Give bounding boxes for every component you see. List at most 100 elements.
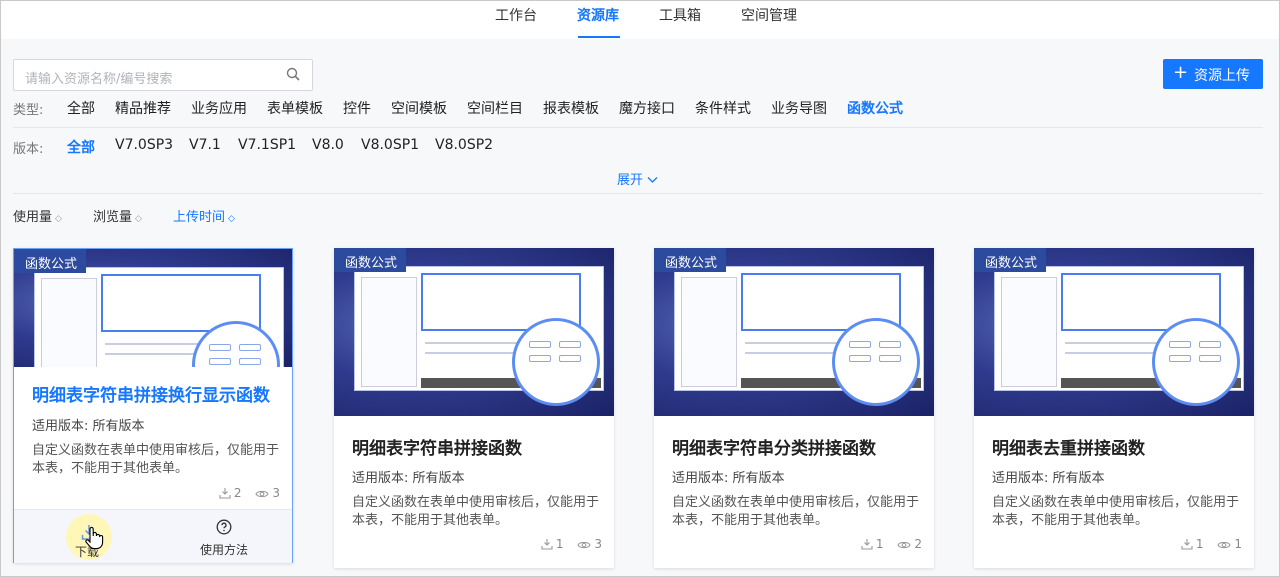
version-option-v80[interactable]: V8.0 — [312, 137, 344, 153]
view-count: 3 — [255, 486, 280, 500]
download-count-value: 2 — [233, 486, 242, 500]
type-option-space-column[interactable]: 空间栏目 — [467, 98, 523, 118]
plus-icon: + — [1173, 62, 1189, 83]
hand-cursor-icon — [85, 526, 104, 550]
zoom-circle — [1152, 318, 1240, 406]
version-option-v80sp1[interactable]: V8.0SP1 — [361, 137, 419, 153]
version-option-all[interactable]: 全部 — [67, 137, 95, 157]
type-option-all[interactable]: 全部 — [67, 98, 95, 118]
card-description: 自定义函数在表单中使用审核后，仅能用于本表，不能用于其他表单。 — [992, 495, 1240, 528]
sort-icon: ◇ — [228, 214, 235, 224]
card-title[interactable]: 明细表字符串拼接换行显示函数 — [32, 381, 270, 406]
card-title[interactable]: 明细表去重拼接函数 — [992, 434, 1145, 459]
eye-icon — [255, 490, 269, 498]
card-actions: 下载 使用方法 — [14, 509, 292, 563]
eye-icon — [577, 541, 591, 549]
upload-resource-button[interactable]: + 资源上传 — [1163, 59, 1263, 89]
card-thumbnail: 函数公式 — [14, 249, 292, 367]
card-title[interactable]: 明细表字符串分类拼接函数 — [672, 434, 876, 459]
download-count: 1 — [541, 537, 564, 551]
active-tab-indicator — [578, 36, 620, 38]
expand-toggle[interactable]: 展开 — [617, 169, 658, 188]
upload-button-label: 资源上传 — [1194, 68, 1250, 84]
view-count-value: 1 — [1234, 537, 1242, 551]
card-stats: 1 1 — [1171, 537, 1242, 551]
view-count: 1 — [1217, 537, 1242, 551]
download-count: 1 — [1181, 537, 1204, 551]
version-option-v71[interactable]: V7.1 — [189, 137, 221, 153]
card-stats: 1 2 — [851, 537, 922, 551]
download-icon — [541, 539, 553, 550]
download-icon — [1181, 539, 1193, 550]
tab-workbench[interactable]: 工作台 — [495, 5, 537, 25]
type-filter-label: 类型: — [13, 103, 44, 118]
card-stats: 2 3 — [209, 486, 280, 500]
search-icon[interactable] — [286, 67, 300, 81]
type-option-function-formula[interactable]: 函数公式 — [847, 98, 903, 118]
search-input[interactable]: 请输入资源名称/编号搜索 — [13, 59, 313, 91]
eye-icon — [897, 541, 911, 549]
view-count-value: 2 — [914, 537, 922, 551]
resource-card[interactable]: 函数公式 明细表字符串分类拼接函数 适用版本: 所有版本 自定义函数在表单中使用… — [654, 248, 934, 568]
card-version: 适用版本: 所有版本 — [352, 471, 465, 486]
download-count-value: 1 — [875, 537, 884, 551]
type-option-cube-interface[interactable]: 魔方接口 — [619, 98, 675, 118]
version-option-v71sp1[interactable]: V7.1SP1 — [238, 137, 296, 153]
card-stats: 1 3 — [531, 537, 602, 551]
type-option-report-template[interactable]: 报表模板 — [543, 98, 599, 118]
view-count-value: 3 — [272, 486, 280, 500]
download-count: 1 — [861, 537, 884, 551]
type-option-form-template[interactable]: 表单模板 — [267, 98, 323, 118]
expand-label: 展开 — [617, 173, 644, 188]
download-count-value: 1 — [555, 537, 564, 551]
chevron-down-icon — [647, 177, 658, 183]
version-option-v70sp3[interactable]: V7.0SP3 — [115, 137, 173, 153]
eye-icon — [1217, 541, 1231, 549]
category-tag: 函数公式 — [654, 248, 726, 272]
tab-space-management[interactable]: 空间管理 — [741, 5, 797, 25]
type-option-conditional-style[interactable]: 条件样式 — [695, 98, 751, 118]
main-content: 请输入资源名称/编号搜索 + 资源上传 类型: 全部 精品推荐 业务应用 表单模… — [1, 39, 1279, 576]
sort-usage[interactable]: 使用量 ◇ — [13, 206, 62, 225]
resource-card[interactable]: 函数公式 明细表字符串拼接换行显示函数 适用版本: 所有版本 自定义函数在表单中… — [13, 248, 293, 563]
card-thumbnail: 函数公式 — [334, 248, 614, 416]
type-option-space-template[interactable]: 空间模板 — [391, 98, 447, 118]
card-description: 自定义函数在表单中使用审核后，仅能用于本表，不能用于其他表单。 — [352, 495, 600, 528]
category-tag: 函数公式 — [334, 248, 406, 272]
search-placeholder: 请输入资源名称/编号搜索 — [25, 72, 173, 87]
sort-views-label: 浏览量 — [93, 210, 133, 225]
usage-method-button[interactable]: 使用方法 — [199, 519, 249, 558]
type-option-business-app[interactable]: 业务应用 — [191, 98, 247, 118]
sort-icon: ◇ — [135, 214, 142, 224]
sort-views[interactable]: 浏览量 ◇ — [93, 206, 142, 225]
view-count: 3 — [577, 537, 602, 551]
top-nav: 工作台 资源库 工具箱 空间管理 — [1, 1, 1279, 39]
card-thumbnail: 函数公式 — [974, 248, 1254, 416]
version-option-v80sp2[interactable]: V8.0SP2 — [435, 137, 493, 153]
view-count: 2 — [897, 537, 922, 551]
tab-resource-library[interactable]: 资源库 — [577, 5, 619, 25]
category-tag: 函数公式 — [974, 248, 1046, 272]
card-version: 适用版本: 所有版本 — [992, 471, 1105, 486]
version-filter-label: 版本: — [13, 142, 44, 157]
divider — [13, 127, 1263, 128]
sort-upload-time[interactable]: 上传时间 ◇ — [173, 206, 235, 225]
resource-card[interactable]: 函数公式 明细表字符串拼接函数 适用版本: 所有版本 自定义函数在表单中使用审核… — [334, 248, 614, 568]
type-option-business-map[interactable]: 业务导图 — [771, 98, 827, 118]
sort-icon: ◇ — [55, 214, 62, 224]
card-thumbnail: 函数公式 — [654, 248, 934, 416]
download-icon — [219, 488, 231, 499]
card-description: 自定义函数在表单中使用审核后，仅能用于本表，不能用于其他表单。 — [32, 443, 280, 476]
tab-toolbox[interactable]: 工具箱 — [659, 5, 701, 25]
divider — [13, 193, 1263, 194]
download-icon — [861, 539, 873, 550]
sort-usage-label: 使用量 — [13, 210, 53, 225]
card-title[interactable]: 明细表字符串拼接函数 — [352, 434, 522, 459]
download-count-value: 1 — [1195, 537, 1204, 551]
type-option-featured[interactable]: 精品推荐 — [115, 98, 171, 118]
usage-method-label: 使用方法 — [199, 543, 248, 557]
type-option-control[interactable]: 控件 — [343, 98, 371, 118]
card-version: 适用版本: 所有版本 — [672, 471, 785, 486]
sort-upload-time-label: 上传时间 — [173, 210, 226, 225]
resource-card[interactable]: 函数公式 明细表去重拼接函数 适用版本: 所有版本 自定义函数在表单中使用审核后… — [974, 248, 1254, 568]
